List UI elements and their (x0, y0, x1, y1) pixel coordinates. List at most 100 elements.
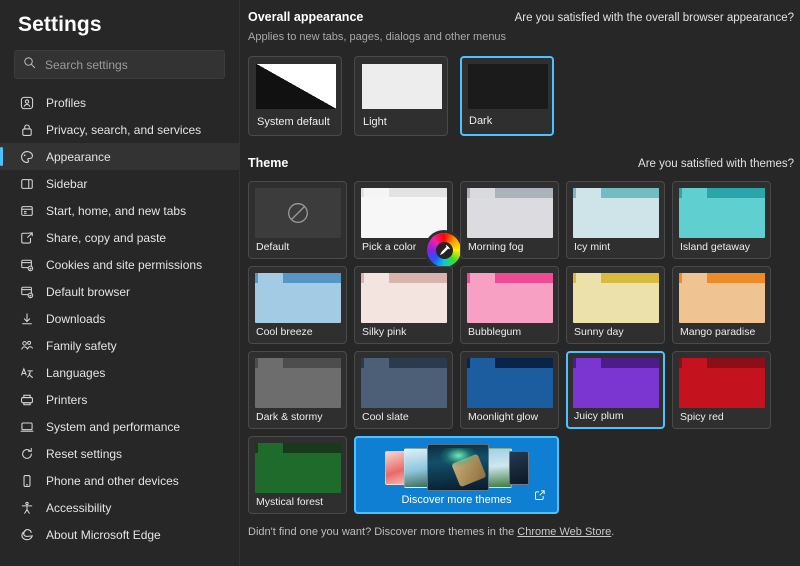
page-title: Settings (18, 13, 102, 36)
theme-card-default[interactable]: Default (248, 181, 347, 259)
sidebar-item-languages[interactable]: Languages (0, 359, 239, 386)
languages-icon (18, 364, 35, 381)
preview-thumb (485, 447, 512, 488)
reset-icon (18, 445, 35, 462)
external-link-icon (534, 488, 546, 506)
overall-appearance-header: Overall appearance Are you satisfied wit… (248, 10, 800, 24)
sidebar-item-label: Downloads (46, 311, 106, 326)
theme-swatch (361, 188, 447, 238)
swatch-tab (576, 188, 601, 198)
sidebar-item-label: Family safety (46, 338, 117, 353)
swatch-tab (258, 273, 283, 283)
overall-appearance-section: Overall appearance Are you satisfied wit… (248, 10, 800, 136)
appearance-option-label: Light (363, 116, 387, 128)
theme-card-silky-pink[interactable]: Silky pink (354, 266, 453, 344)
sidebar-item-accessibility[interactable]: Accessibility (0, 494, 239, 521)
theme-card-cool-slate[interactable]: Cool slate (354, 351, 453, 429)
sidebar-item-family-safety[interactable]: Family safety (0, 332, 239, 359)
theme-card-island-getaway[interactable]: Island getaway (672, 181, 771, 259)
preview-thumb (426, 444, 489, 491)
chrome-web-store-link[interactable]: Chrome Web Store (517, 526, 611, 538)
theme-card-moonlight-glow[interactable]: Moonlight glow (460, 351, 559, 429)
appearance-option-label: System default (257, 116, 330, 128)
search-input[interactable] (45, 57, 216, 72)
preview-thumb (403, 447, 430, 488)
theme-card-sunny-day[interactable]: Sunny day (566, 266, 665, 344)
sidebar-item-label: Privacy, search, and services (46, 122, 202, 137)
theme-card-label: Juicy plum (574, 410, 624, 422)
sidebar-item-share-copy-paste[interactable]: Share, copy and paste (0, 224, 239, 251)
sidebar-icon (18, 175, 35, 192)
appearance-option-system-default[interactable]: System default (248, 56, 342, 136)
overall-appearance-subtitle: Applies to new tabs, pages, dialogs and … (248, 31, 507, 43)
sidebar-item-label: About Microsoft Edge (46, 527, 161, 542)
theme-card-label: Icy mint (574, 241, 611, 253)
sidebar-item-label: Appearance (46, 149, 111, 164)
sidebar-item-profiles[interactable]: Profiles (0, 89, 239, 116)
sidebar-item-phone-devices[interactable]: Phone and other devices (0, 467, 239, 494)
search-box[interactable] (14, 50, 225, 79)
theme-card-icy-mint[interactable]: Icy mint (566, 181, 665, 259)
sidebar-item-label: Sidebar (46, 176, 88, 191)
theme-swatch (255, 273, 341, 323)
theme-card-label: Cool breeze (256, 326, 313, 338)
theme-feedback-link[interactable]: Are you satisfied with themes? (638, 158, 794, 170)
home-tabs-icon (18, 202, 35, 219)
settings-page: Settings Profiles (0, 0, 800, 566)
theme-card-label: Cool slate (362, 411, 409, 423)
discover-more-themes-button[interactable]: Discover more themes (354, 436, 559, 514)
sidebar-item-start-home-tabs[interactable]: Start, home, and new tabs (0, 197, 239, 224)
swatch-tab (470, 273, 495, 283)
sidebar-item-cookies[interactable]: Cookies and site permissions (0, 251, 239, 278)
sidebar-item-sidebar[interactable]: Sidebar (0, 170, 239, 197)
theme-swatch (467, 358, 553, 408)
theme-swatch (467, 188, 553, 238)
theme-swatch (679, 273, 765, 323)
swatch-tab (682, 358, 707, 368)
theme-card-label: Silky pink (362, 326, 407, 338)
theme-swatch (573, 188, 659, 238)
theme-card-label: Mango paradise (680, 326, 756, 338)
sidebar-item-label: Start, home, and new tabs (46, 203, 187, 218)
theme-card-label: Default (256, 241, 290, 253)
theme-card-pick-a-color[interactable]: Pick a color (354, 181, 461, 267)
sidebar-item-label: Reset settings (46, 446, 123, 461)
overall-appearance-options: System default Light Dark (248, 56, 800, 136)
overall-appearance-feedback-link[interactable]: Are you satisfied with the overall brows… (515, 12, 794, 24)
sidebar-item-printers[interactable]: Printers (0, 386, 239, 413)
theme-card-cool-breeze[interactable]: Cool breeze (248, 266, 347, 344)
swatch-tab (576, 358, 601, 368)
sidebar-item-privacy[interactable]: Privacy, search, and services (0, 116, 239, 143)
sidebar-item-default-browser[interactable]: Default browser (0, 278, 239, 305)
search-icon (23, 56, 36, 74)
sidebar-item-downloads[interactable]: Downloads (0, 305, 239, 332)
appearance-option-light[interactable]: Light (354, 56, 448, 136)
color-wheel-icon[interactable] (427, 233, 461, 267)
theme-card-juicy-plum[interactable]: Juicy plum (566, 351, 665, 429)
appearance-option-dark[interactable]: Dark (460, 56, 554, 136)
main-content: Overall appearance Are you satisfied wit… (240, 0, 800, 566)
sidebar-item-label: Printers (46, 392, 88, 407)
sidebar-item-system-performance[interactable]: System and performance (0, 413, 239, 440)
theme-swatch (467, 273, 553, 323)
theme-card-label: Mystical forest (256, 496, 324, 508)
footnote-prefix: Didn't find one you want? Discover more … (248, 526, 518, 538)
theme-swatch (573, 273, 659, 323)
sidebar-item-about-edge[interactable]: About Microsoft Edge (0, 521, 239, 548)
light-preview (362, 64, 442, 109)
sidebar-item-reset-settings[interactable]: Reset settings (0, 440, 239, 467)
theme-card-mango-paradise[interactable]: Mango paradise (672, 266, 771, 344)
theme-card-spicy-red[interactable]: Spicy red (672, 351, 771, 429)
theme-title: Theme (248, 156, 289, 170)
sidebar-item-appearance[interactable]: Appearance (0, 143, 239, 170)
theme-card-bubblegum[interactable]: Bubblegum (460, 266, 559, 344)
theme-card-label: Spicy red (680, 411, 724, 423)
theme-card-dark-and-stormy[interactable]: Dark & stormy (248, 351, 347, 429)
theme-swatch (679, 188, 765, 238)
chrome-web-store-note: Didn't find one you want? Discover more … (248, 526, 800, 538)
swatch-tab (258, 443, 283, 453)
theme-card-label: Bubblegum (468, 326, 522, 338)
theme-card-mystical-forest[interactable]: Mystical forest (248, 436, 347, 514)
theme-card-morning-fog[interactable]: Morning fog (460, 181, 559, 259)
swatch-tab (682, 188, 707, 198)
